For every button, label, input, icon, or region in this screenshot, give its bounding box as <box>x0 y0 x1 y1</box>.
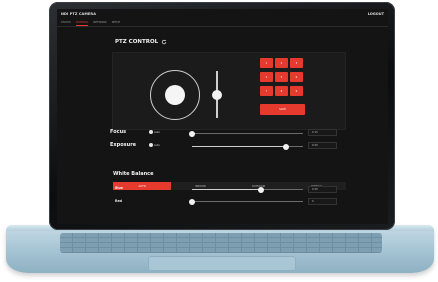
tab-setup[interactable]: SETUP <box>112 21 120 26</box>
ptz-panel <box>112 52 346 130</box>
save-preset-button[interactable]: SAVE <box>260 104 305 115</box>
joystick-knob[interactable] <box>165 85 185 105</box>
tab-status[interactable]: STATUS <box>61 21 71 26</box>
blue-slider-thumb[interactable] <box>257 186 264 193</box>
exposure-auto-label: Auto <box>154 143 161 147</box>
exposure-label: Exposure <box>110 142 137 148</box>
preset-button-3[interactable]: 3 <box>290 58 303 68</box>
red-gain-slider[interactable] <box>189 198 303 205</box>
blue-value-field[interactable]: 0.50 <box>308 186 337 193</box>
preset-button-4[interactable]: 4 <box>260 72 273 82</box>
white-balance-title: White Balance <box>113 171 154 177</box>
exposure-slider-thumb[interactable] <box>283 143 290 150</box>
blue-label: Blue <box>115 186 123 190</box>
red-slider-thumb[interactable] <box>189 198 195 205</box>
blue-gain-slider[interactable] <box>192 186 303 193</box>
tab-network[interactable]: NETWORK <box>93 21 106 26</box>
ptz-control-title: PTZ CONTROL <box>115 39 159 45</box>
preset-button-5[interactable]: 5 <box>275 72 288 82</box>
tab-control[interactable]: CONTROL <box>75 21 89 26</box>
preset-button-9[interactable]: 9 <box>290 86 303 96</box>
red-label: Red <box>115 199 122 203</box>
ptz-control-heading: PTZ CONTROL <box>115 39 167 45</box>
tab-bar: STATUS CONTROL NETWORK SETUP <box>57 21 388 27</box>
exposure-slider-fill <box>192 146 287 147</box>
preset-button-1[interactable]: 1 <box>260 58 273 68</box>
keyboard <box>60 233 382 253</box>
preset-grid: 1 2 3 4 5 6 7 8 9 <box>260 58 304 99</box>
logout-link[interactable]: LOGOUT <box>368 12 384 16</box>
app-title: NDI PTZ CAMERA <box>61 11 97 16</box>
trackpad <box>148 256 296 271</box>
toggle-knob <box>149 130 153 134</box>
toggle-knob <box>149 143 153 147</box>
exposure-auto-toggle[interactable]: Auto <box>149 143 160 147</box>
top-bar: NDI PTZ CAMERA LOGOUT <box>57 9 388 18</box>
zoom-slider-thumb[interactable] <box>212 90 222 100</box>
focus-slider[interactable] <box>189 130 303 137</box>
focus-slider-thumb[interactable] <box>189 130 195 137</box>
refresh-icon[interactable] <box>161 39 167 45</box>
exposure-slider[interactable] <box>192 143 303 150</box>
exposure-value-field[interactable]: 0.50 <box>308 142 337 149</box>
focus-auto-toggle[interactable]: Auto <box>149 130 160 134</box>
focus-label: Focus <box>110 129 127 135</box>
blue-slider-fill <box>192 189 261 190</box>
focus-auto-label: Auto <box>154 130 161 134</box>
preset-button-7[interactable]: 7 <box>260 86 273 96</box>
pan-tilt-joystick[interactable] <box>150 70 200 120</box>
screen: NDI PTZ CAMERA LOGOUT STATUS CONTROL NET… <box>57 9 388 224</box>
focus-value-field[interactable]: 0.15 <box>308 129 337 136</box>
preset-button-6[interactable]: 6 <box>290 72 303 82</box>
red-value-field[interactable]: 0 <box>308 198 337 205</box>
preset-button-8[interactable]: 8 <box>275 86 288 96</box>
preset-button-2[interactable]: 2 <box>275 58 288 68</box>
